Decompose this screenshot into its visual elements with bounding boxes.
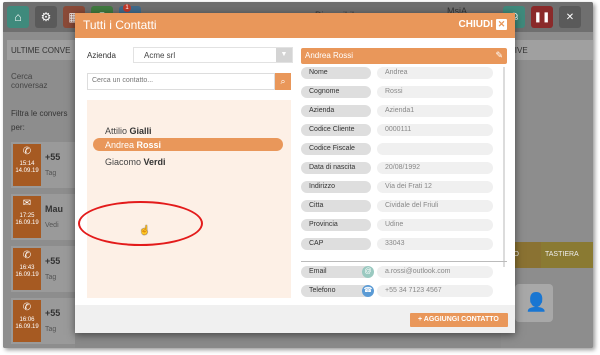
field-value[interactable]: 33043 (377, 238, 493, 250)
field-value[interactable]: a.rossi@outlook.com (377, 266, 493, 278)
contact-item[interactable]: Giacomo Verdi (93, 155, 283, 168)
field-label: Nome (301, 67, 371, 79)
contact-list: Attilio Gialli Andrea Rossi Giacomo Verdi … (78, 100, 291, 298)
app-window: ⌂⚙▦✆⟳1 Disponibile MsiA ☊❚❚✕ ULTIME CONV… (3, 2, 593, 348)
field-value[interactable]: Azienda1 (377, 105, 493, 117)
field-row: Nome Andrea (301, 67, 501, 79)
field-label: Telefono (301, 285, 371, 297)
field-label: Codice Cliente (301, 124, 371, 136)
field-value[interactable]: Andrea (377, 67, 493, 79)
tab-ultime-conversazioni[interactable]: ULTIME CONVE (7, 40, 75, 60)
phone-icon[interactable]: ☎ (362, 285, 374, 297)
close-icon[interactable]: ✕ (559, 6, 581, 28)
field-label: Indirizzo (301, 181, 371, 193)
search-icon: ⌕ (280, 76, 286, 86)
field-row: Citta Cividale del Friuli (301, 200, 501, 212)
field-label: Cognome (301, 86, 371, 98)
field-row: Cognome Rossi (301, 86, 501, 98)
field-value[interactable]: 0000111 (377, 124, 493, 136)
field-value[interactable]: +55 34 7123 4567 (377, 285, 493, 297)
field-label: Citta (301, 200, 371, 212)
close-button[interactable]: CHIUDI ✕ (459, 19, 507, 30)
field-row: Indirizzo Via dei Frati 12 (301, 181, 501, 193)
edit-icon[interactable]: ✎ (495, 50, 503, 61)
home-icon[interactable]: ⌂ (7, 6, 29, 28)
field-label: Azienda (301, 105, 371, 117)
conversation-item[interactable]: ✆ 15:14 14.09.19 +55 Tag (11, 142, 75, 188)
field-label: Codice Fiscale (301, 143, 371, 155)
phone-icon: ✆ 15:14 14.09.19 (13, 144, 41, 186)
contact-item[interactable]: Attilio Gialli (93, 124, 283, 137)
contact-search-input[interactable]: Cerca un contatto... (87, 73, 275, 90)
field-value[interactable]: Rossi (377, 86, 493, 98)
contacts-modal: Tutti i Contatti CHIUDI ✕ Azienda Acme s… (75, 13, 515, 333)
divider (301, 261, 507, 262)
pointer-cursor-icon: ☝ (139, 225, 151, 235)
field-row: Codice Fiscale (301, 143, 501, 155)
pause-icon[interactable]: ❚❚ (531, 6, 553, 28)
field-row: Provincia Udine (301, 219, 501, 231)
field-label: Provincia (301, 219, 371, 231)
field-label: CAP (301, 238, 371, 250)
add-user-icon: 👤 (525, 292, 548, 312)
highlight-annotation (78, 201, 203, 246)
azienda-select[interactable]: Acme srl ▼ (133, 47, 293, 63)
conversation-search[interactable]: Cerca conversaz (3, 62, 75, 90)
modal-header: Tutti i Contatti CHIUDI ✕ (75, 13, 515, 38)
contact-item[interactable]: Andrea Rossi (93, 138, 283, 151)
field-value[interactable]: Udine (377, 219, 493, 231)
field-row: Data di nascita 20/08/1992 (301, 162, 501, 174)
azienda-label: Azienda (87, 51, 116, 60)
field-label: Data di nascita (301, 162, 371, 174)
email-icon[interactable]: @ (362, 266, 374, 278)
phone-icon: ✆ 16:43 16.09.19 (13, 248, 41, 290)
search-button[interactable]: ⌕ (275, 73, 291, 90)
add-user-card[interactable]: 👤 (515, 284, 553, 322)
field-value[interactable]: Via dei Frati 12 (377, 181, 493, 193)
gear-icon[interactable]: ⚙ (35, 6, 57, 28)
conversation-item[interactable]: ✉ 17:25 16.09.19 Mau Vedi (11, 194, 75, 240)
chevron-down-icon: ▼ (276, 48, 292, 62)
field-label: Email (301, 266, 371, 278)
filter-label: Filtra le convers per: (11, 109, 68, 132)
conversation-item[interactable]: ✆ 16:06 16.09.19 +55 Tag (11, 298, 75, 344)
phone-icon: ✆ 16:06 16.09.19 (13, 300, 41, 342)
conversation-item[interactable]: ✆ 16:43 16.09.19 +55 Tag (11, 246, 75, 292)
field-row: CAP 33043 (301, 238, 501, 250)
tastiera-button[interactable]: TASTIERA (541, 242, 593, 268)
notification-badge: 1 (123, 4, 131, 12)
field-value[interactable] (377, 143, 493, 155)
scrollbar[interactable] (503, 67, 505, 267)
close-icon: ✕ (496, 19, 507, 30)
contact-field-row: Email @ a.rossi@outlook.com (301, 266, 501, 278)
chat-icon: ✉ 17:25 16.09.19 (13, 196, 41, 238)
contact-detail-fields: Nome Andrea Cognome Rossi Azienda Azienda1 Cod… (301, 67, 507, 267)
field-row: Azienda Azienda1 (301, 105, 501, 117)
modal-title: Tutti i Contatti (83, 18, 157, 32)
field-value[interactable]: 20/08/1992 (377, 162, 493, 174)
contact-detail-header: Andrea Rossi ✎ (301, 48, 507, 64)
field-row: Codice Cliente 0000111 (301, 124, 501, 136)
contact-field-row: Telefono ☎ +55 34 7123 4567 (301, 285, 501, 297)
add-contact-button[interactable]: + AGGIUNGI CONTATTO (410, 313, 508, 327)
field-value[interactable]: Cividale del Friuli (377, 200, 493, 212)
